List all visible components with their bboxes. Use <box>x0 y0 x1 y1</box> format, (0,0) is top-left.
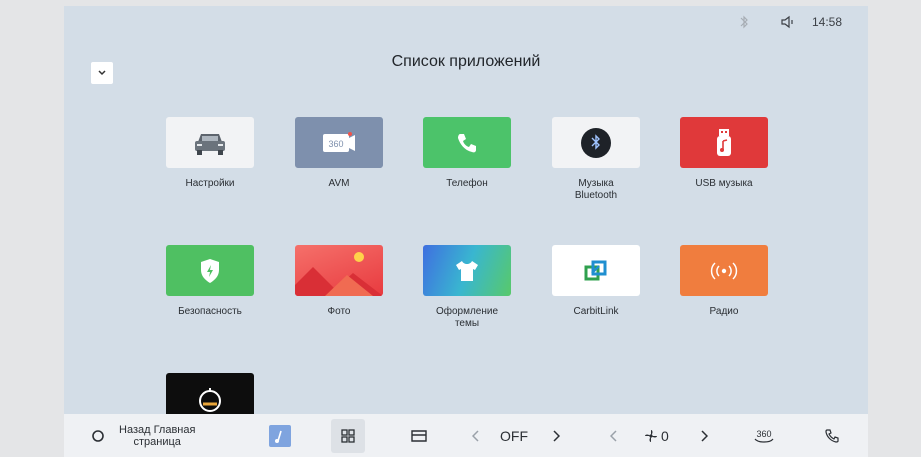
camera-360-icon: 360 <box>323 131 355 152</box>
app-label: Оформление темы <box>435 306 499 329</box>
home-ring-icon <box>92 429 104 442</box>
radio-icon <box>710 261 738 280</box>
phone-icon <box>458 133 476 152</box>
clock: 14:58 <box>812 15 843 29</box>
screen: 14:58 Список приложений Настройки 360 AV… <box>64 6 868 457</box>
app-tile[interactable] <box>423 245 511 296</box>
app-tile[interactable] <box>552 245 640 296</box>
phone-icon <box>825 428 839 443</box>
app-radio[interactable]: Радио <box>669 245 779 318</box>
camera-360-button[interactable]: 360 <box>752 414 776 457</box>
svg-text:360: 360 <box>328 139 343 149</box>
home-label[interactable]: Назад Главная страница <box>119 414 195 457</box>
fan-icon <box>645 429 657 442</box>
home-button[interactable] <box>91 414 105 457</box>
camera-360-icon: 360 <box>754 429 774 443</box>
app-label: Радио <box>709 306 739 317</box>
app-list-button[interactable] <box>331 414 365 457</box>
music-note-icon <box>269 424 291 447</box>
photo-icon <box>295 252 383 296</box>
app-label: Настройки <box>185 178 235 189</box>
ac-increase-button[interactable] <box>552 414 560 457</box>
fan-speed-value: 0 <box>661 427 669 444</box>
ac-decrease-button[interactable] <box>472 414 480 457</box>
carbitlink-icon <box>584 260 607 280</box>
chevron-left-icon <box>472 429 479 442</box>
chevron-left-icon <box>610 429 617 442</box>
music-mini-button[interactable] <box>269 414 291 457</box>
cam-360-label: 360 <box>756 429 771 439</box>
fan-increase-button[interactable] <box>700 414 708 457</box>
seat-icon <box>411 429 427 442</box>
app-security[interactable]: Безопасность <box>155 245 265 318</box>
app-label: CarbitLink <box>573 306 619 317</box>
shield-icon <box>201 258 219 283</box>
fan-decrease-button[interactable] <box>610 414 618 457</box>
bottom-bar: Назад Главная страница OFF 0 360 <box>64 414 868 457</box>
app-carbitlink[interactable]: CarbitLink <box>541 245 651 318</box>
app-avm[interactable]: 360 AVM <box>284 117 394 190</box>
bluetooth-icon <box>740 15 748 29</box>
app-tile[interactable] <box>166 117 254 168</box>
usb-music-icon <box>717 128 731 156</box>
chevron-right-icon <box>701 429 708 442</box>
app-usb-music[interactable]: USB музыка <box>669 117 779 190</box>
car-icon <box>195 133 225 155</box>
bluetooth-icon <box>581 127 611 158</box>
app-label: Фото <box>327 306 351 317</box>
app-label: AVM <box>328 178 350 189</box>
app-bluetooth-music[interactable]: Музыка Bluetooth <box>541 117 651 202</box>
dashcam-icon <box>199 387 221 412</box>
app-label: Музыка Bluetooth <box>574 178 618 201</box>
phone-button[interactable] <box>824 414 840 457</box>
app-tile[interactable] <box>680 245 768 296</box>
app-label: USB музыка <box>695 178 753 189</box>
chevron-right-icon <box>553 429 560 442</box>
app-tile[interactable] <box>166 245 254 296</box>
app-tile[interactable] <box>680 117 768 168</box>
app-tile[interactable] <box>295 245 383 296</box>
app-tile[interactable]: 360 <box>295 117 383 168</box>
app-phone[interactable]: Телефон <box>412 117 522 190</box>
app-tile[interactable] <box>552 117 640 168</box>
page-title: Список приложений <box>391 53 541 70</box>
fan-speed: 0 <box>644 414 669 457</box>
seat-button[interactable] <box>409 414 429 457</box>
app-label: Телефон <box>446 178 488 189</box>
app-tile[interactable] <box>423 117 511 168</box>
tshirt-icon <box>456 260 478 281</box>
app-theme[interactable]: Оформление темы <box>412 245 522 330</box>
volume-icon[interactable] <box>780 14 796 30</box>
ac-temperature-value: OFF <box>500 427 528 444</box>
app-photo[interactable]: Фото <box>284 245 394 318</box>
app-label: Безопасность <box>178 306 242 317</box>
app-settings[interactable]: Настройки <box>155 117 265 190</box>
grid-icon <box>331 418 365 453</box>
